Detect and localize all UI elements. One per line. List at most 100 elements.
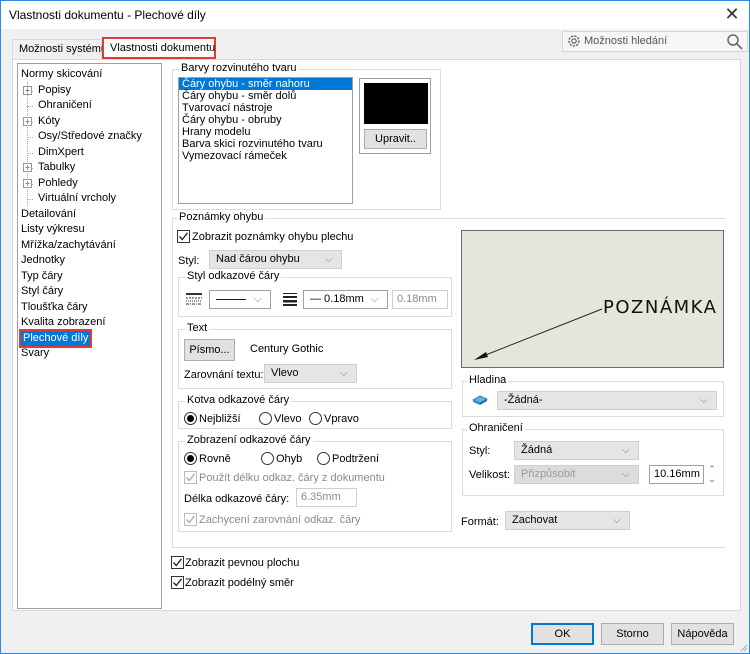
text-align-label: Zarovnání textu: [184, 369, 264, 381]
layer-icon [472, 395, 488, 405]
text-align-value: Vlevo [271, 367, 299, 379]
spin-up-icon[interactable]: ⌃ [706, 464, 718, 474]
line-weight-select[interactable]: — 0.18mm ⌵ [303, 290, 388, 309]
line-style-icon [186, 293, 202, 305]
color-list-item[interactable]: Hrany modelu [179, 126, 352, 138]
color-list-item[interactable]: Barva skici rozvinutého tvaru [179, 138, 352, 150]
close-button[interactable]: ✕ [715, 1, 749, 29]
style-label: Styl: [178, 255, 200, 267]
chevron-down-icon: ⌵ [613, 515, 621, 526]
snap-align-label: Zachycení zarovnání odkaz. čáry [199, 514, 361, 526]
color-list-item[interactable]: Čáry ohybu - směr nahoru [179, 78, 352, 90]
layer-select[interactable]: -Žádná- ⌵ [497, 391, 717, 410]
tree-item[interactable]: DimXpert [38, 145, 84, 160]
resize-grip-icon[interactable] [738, 642, 748, 652]
chevron-down-icon: ⌵ [254, 294, 262, 305]
border-size-value: Přizpůsobit [521, 468, 576, 480]
tree-item[interactable]: Virtuální vrcholy [38, 191, 116, 206]
use-doc-length-label: Použít délku odkaz. čáry z dokumentu [199, 472, 385, 484]
leader-anchor-label: Kotva odkazové čáry [185, 394, 292, 406]
leader-length-textbox[interactable]: 6.35mm [296, 488, 357, 507]
tree-item[interactable]: Kóty [38, 114, 60, 129]
font-name: Century Gothic [250, 343, 324, 355]
style-select[interactable]: Nad čárou ohybu ⌵ [209, 250, 342, 269]
tree-item[interactable]: Tloušťka čáry [21, 300, 87, 315]
snap-align-checkbox[interactable] [184, 513, 197, 526]
color-list-item[interactable]: Vymezovací rámeček [179, 150, 352, 162]
tree-item[interactable]: Pohledy [38, 176, 78, 191]
chevron-down-icon: ⌵ [371, 294, 379, 305]
line-style-sample [216, 299, 246, 300]
checkmark-icon [186, 515, 196, 524]
tree-item[interactable]: Svary [21, 346, 49, 361]
flat-pattern-colors-list[interactable]: Čáry ohybu - směr nahoru Čáry ohybu - smě… [178, 77, 353, 204]
border-style-value: Žádná [521, 444, 553, 456]
text-align-select[interactable]: Vlevo ⌵ [264, 364, 357, 383]
show-fixed-face-checkbox[interactable] [171, 556, 184, 569]
display-straight-radio[interactable] [184, 452, 197, 465]
border-size-spinner[interactable]: ⌃ ⌄ [706, 464, 718, 486]
tree-item[interactable]: Ohraničení [38, 98, 92, 113]
flat-pattern-colors-label: Barvy rozvinutého tvaru [179, 62, 299, 74]
show-grain-direction-checkbox[interactable] [171, 576, 184, 589]
border-style-select[interactable]: Žádná ⌵ [514, 441, 639, 460]
layer-label: Hladina [467, 374, 509, 386]
border-style-label: Styl: [469, 445, 491, 457]
use-doc-length-checkbox[interactable] [184, 471, 197, 484]
show-bend-notes-label: Zobrazit poznámky ohybu plechu [192, 231, 354, 243]
leader-display-label: Zobrazení odkazové čáry [185, 434, 313, 446]
show-fixed-face-label: Zobrazit pevnou plochu [185, 557, 300, 569]
border-size-label: Velikost: [469, 469, 510, 481]
anchor-nearest-radio[interactable] [184, 412, 197, 425]
border-size-textbox[interactable]: 10.16mm [649, 465, 704, 484]
ok-button[interactable]: OK [531, 623, 594, 645]
preview-note-text: POZNÁMKA [603, 297, 718, 318]
help-button[interactable]: Nápověda [671, 623, 734, 645]
tree-item[interactable]: Detailování [21, 207, 76, 222]
tree-item[interactable]: Popisy [38, 83, 71, 98]
cancel-button[interactable]: Storno [601, 623, 664, 645]
options-tree[interactable]: Normy skicování + Popisy Ohraničení + Kóty Osy… [17, 63, 162, 609]
tree-item[interactable]: Plechové díly [18, 328, 93, 348]
tree-item[interactable]: Kvalita zobrazení [21, 315, 105, 330]
tab-document-properties[interactable]: Vlastnosti dokumentu [102, 37, 216, 59]
tree-item[interactable]: Normy skicování [21, 67, 102, 82]
format-select[interactable]: Zachovat ⌵ [505, 511, 630, 530]
title-bar: Vlastnosti dokumentu - Plechové díly ✕ [1, 1, 749, 29]
edit-color-button[interactable]: Upravit.. [364, 129, 427, 149]
tab-system-options[interactable]: Možnosti systému [12, 39, 107, 59]
search-options-label: Možnosti hledání [584, 35, 668, 47]
line-style-select[interactable]: ⌵ [209, 290, 271, 309]
chevron-down-icon: ⌵ [622, 445, 630, 456]
anchor-nearest-label: Nejbližší [199, 413, 241, 425]
tree-item[interactable]: Jednotky [21, 253, 65, 268]
tree-item[interactable]: Osy/Středové značky [38, 129, 142, 144]
search-icon[interactable] [726, 33, 744, 51]
color-list-item[interactable]: Čáry ohybu - směr dolů [179, 90, 352, 102]
tree-item[interactable]: Typ čáry [21, 269, 63, 284]
line-weight-textbox[interactable]: 0.18mm [392, 290, 448, 309]
style-select-value: Nad čárou ohybu [216, 253, 300, 265]
font-button[interactable]: Písmo... [184, 339, 235, 361]
border-label: Ohraničení [467, 422, 525, 434]
chevron-down-icon: ⌵ [700, 395, 708, 406]
chevron-down-icon: ⌵ [622, 469, 630, 480]
display-underline-radio[interactable] [317, 452, 330, 465]
border-size-select[interactable]: Přizpůsobit ⌵ [514, 465, 639, 484]
tree-item[interactable]: Tabulky [38, 160, 75, 175]
search-options-box[interactable]: Možnosti hledání [562, 31, 748, 52]
anchor-right-radio[interactable] [309, 412, 322, 425]
anchor-left-radio[interactable] [259, 412, 272, 425]
display-bend-radio[interactable] [261, 452, 274, 465]
tree-item[interactable]: Styl čáry [21, 284, 63, 299]
tree-item[interactable]: Mřížka/zachytávání [21, 238, 116, 253]
show-bend-notes-checkbox[interactable] [177, 230, 190, 243]
display-underline-label: Podtržení [332, 453, 380, 465]
color-list-item[interactable]: Čáry ohybu - obruby [179, 114, 352, 126]
leader-style-label: Styl odkazové čáry [185, 270, 282, 282]
spin-down-icon[interactable]: ⌄ [706, 474, 718, 484]
color-list-item[interactable]: Tvarovací nástroje [179, 102, 352, 114]
line-weight-value: — 0.18mm [310, 293, 364, 305]
tree-item[interactable]: Listy výkresu [21, 222, 85, 237]
checkmark-icon [173, 578, 183, 587]
